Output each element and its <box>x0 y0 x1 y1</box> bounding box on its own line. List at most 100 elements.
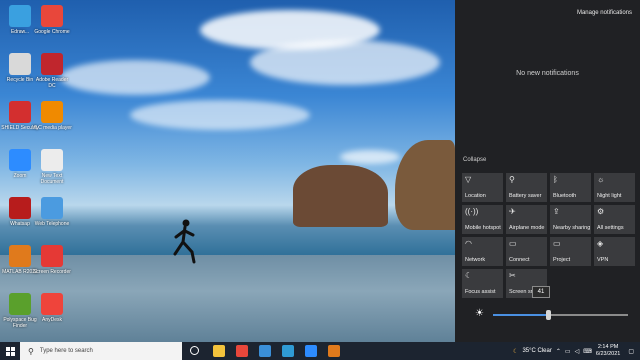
quick-action-airplane-mode[interactable]: ✈ Airplane mode <box>506 205 547 234</box>
clock-time: 2:14 PM <box>597 344 619 350</box>
windows-logo-icon <box>5 346 15 356</box>
shortcut-app-icon <box>9 245 31 267</box>
brightness-track[interactable] <box>493 310 628 320</box>
quick-action-bluetooth[interactable]: ᛒ Bluetooth <box>550 173 591 202</box>
brightness-slider[interactable]: ☀ <box>475 308 635 320</box>
start-button[interactable] <box>0 342 20 360</box>
nearby-sharing-icon: ⇪ <box>553 207 560 216</box>
shortcut-app-icon <box>9 101 31 123</box>
quick-action-nearby-sharing[interactable]: ⇪ Nearby sharing <box>550 205 591 234</box>
screen-snip-icon: ✂ <box>509 271 516 280</box>
quick-action-label: Connect <box>509 257 530 263</box>
shortcut-app-icon <box>41 101 63 123</box>
brightness-fill <box>493 314 549 316</box>
shortcut-label: Adobe Reader DC <box>35 77 69 89</box>
desktop-shortcut[interactable]: Screen Recorder <box>32 245 72 275</box>
edge-icon[interactable] <box>282 345 294 357</box>
shortcut-app-icon <box>9 149 31 171</box>
weather-icon[interactable]: ☾ <box>513 348 518 355</box>
clock-date: 6/23/2021 <box>595 351 621 357</box>
quick-action-label: Airplane mode <box>509 225 545 231</box>
quick-action-label: VPN <box>597 257 609 263</box>
store-icon[interactable] <box>259 345 271 357</box>
quick-action-battery-saver[interactable]: ⚲ Battery saver <box>506 173 547 202</box>
brightness-value-tooltip: 41 <box>532 286 550 298</box>
empty-notifications-message: No new notifications <box>516 70 579 77</box>
quick-action-project[interactable]: ▭ Project <box>550 237 591 266</box>
cloud <box>250 40 440 85</box>
matlab-icon[interactable] <box>328 345 340 357</box>
quick-action-all-settings[interactable]: ⚙ All settings <box>594 205 635 234</box>
desktop-shortcut[interactable]: AnyDesk <box>32 293 72 323</box>
quick-action-label: Mobile hotspot <box>465 225 501 231</box>
brightness-icon: ☀ <box>475 308 484 319</box>
chrome-icon[interactable] <box>236 345 248 357</box>
shortcut-app-icon <box>9 5 31 27</box>
quick-action-label: Battery saver <box>509 193 542 199</box>
network-icon[interactable]: ▭ <box>565 348 571 355</box>
quick-action-label: All settings <box>597 225 624 231</box>
shortcut-label: VLC media player <box>32 125 72 131</box>
shortcut-app-icon <box>41 197 63 219</box>
quick-action-focus-assist[interactable]: ☾ Focus assist <box>462 269 503 298</box>
sea-rock <box>293 165 388 227</box>
manage-notifications-link[interactable]: Manage notifications <box>577 10 632 16</box>
collapse-button[interactable]: Collapse <box>463 157 486 163</box>
bluetooth-icon: ᛒ <box>553 175 558 184</box>
task-view-icon[interactable] <box>190 346 199 355</box>
runner-silhouette <box>173 219 196 264</box>
desktop-shortcut[interactable]: Google Chrome <box>32 5 72 35</box>
quick-actions-grid: ▽ Location ⚲ Battery saver ᛒ Bluetooth ☼ Night … <box>462 173 638 298</box>
shortcut-app-icon <box>41 149 63 171</box>
quick-action-location[interactable]: ▽ Location <box>462 173 503 202</box>
project-icon: ▭ <box>553 239 561 248</box>
desktop-shortcut[interactable]: Adobe Reader DC <box>32 53 72 89</box>
quick-action-network[interactable]: ◠ Network <box>462 237 503 266</box>
clock[interactable]: 2:14 PM 6/23/2021 <box>596 344 620 358</box>
quick-action-mobile-hotspot[interactable]: ((·)) Mobile hotspot <box>462 205 503 234</box>
shortcut-label: Google Chrome <box>34 29 70 35</box>
shortcut-app-icon <box>41 293 63 315</box>
quick-action-connect[interactable]: ▭ Connect <box>506 237 547 266</box>
shortcut-app-icon <box>41 5 63 27</box>
quick-action-label: Project <box>553 257 571 263</box>
file-explorer-icon[interactable] <box>213 345 225 357</box>
show-hidden-icons-icon[interactable]: ⌃ <box>556 348 561 355</box>
quick-action-label: Bluetooth <box>553 193 577 199</box>
desktop-shortcut[interactable]: New Text Document <box>32 149 72 185</box>
desktop-shortcut[interactable]: Web Telephone <box>32 197 72 227</box>
sea-arch <box>395 140 455 230</box>
shortcut-label: Web Telephone <box>34 221 70 227</box>
network-icon: ◠ <box>465 239 472 248</box>
shortcut-app-icon <box>41 245 63 267</box>
zoom-icon[interactable] <box>305 345 317 357</box>
shortcut-app-icon <box>9 53 31 75</box>
quick-action-night-light[interactable]: ☼ Night light <box>594 173 635 202</box>
quick-action-label: Network <box>465 257 486 263</box>
notifications-icon[interactable]: ▢ <box>628 348 634 355</box>
focus-assist-icon: ☾ <box>465 271 473 280</box>
cloud <box>340 150 400 164</box>
taskbar-search-box[interactable]: ⚲ Type here to search <box>20 342 182 360</box>
shortcut-app-icon <box>9 293 31 315</box>
volume-icon[interactable]: ◁ <box>575 348 580 355</box>
taskbar: ⚲ Type here to search ☾ 35°C Clear ⌃ ▭ ◁… <box>0 342 640 360</box>
brightness-thumb[interactable] <box>546 310 552 320</box>
shortcut-label: AnyDesk <box>41 317 62 323</box>
quick-action-label: Location <box>465 193 486 199</box>
all-settings-icon: ⚙ <box>597 207 605 216</box>
desktop-icon-grid: Edraw... Google Chrome Recycle Bin Adobe Re… <box>0 0 80 340</box>
desktop-shortcut[interactable]: VLC media player <box>32 101 72 131</box>
cloud <box>130 100 310 130</box>
weather-text[interactable]: 35°C Clear <box>522 348 551 354</box>
shortcut-app-icon <box>41 53 63 75</box>
cloud <box>60 60 210 95</box>
vpn-icon: ◈ <box>597 239 604 248</box>
quick-action-vpn[interactable]: ◈ VPN <box>594 237 635 266</box>
shortcut-label: Screen Recorder <box>33 269 71 275</box>
search-placeholder: Type here to search <box>39 348 93 354</box>
language-icon[interactable]: ⌨ <box>583 348 592 355</box>
quick-action-label: Focus assist <box>465 289 496 295</box>
quick-action-label: Night light <box>597 193 622 199</box>
quick-action-label: Nearby sharing <box>553 225 591 231</box>
